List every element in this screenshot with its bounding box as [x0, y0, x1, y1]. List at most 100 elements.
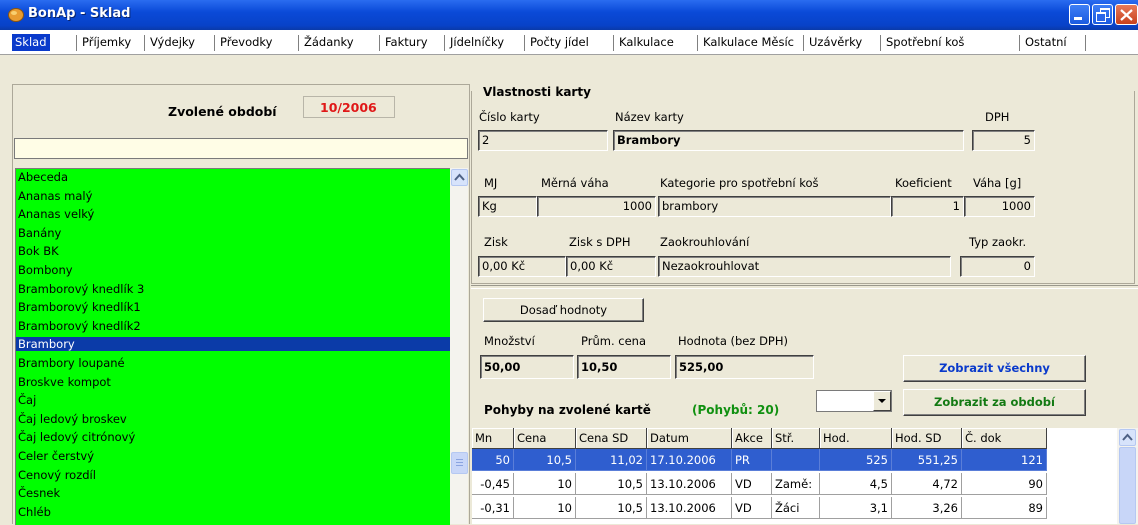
weight-field[interactable]: 1000 — [537, 196, 656, 217]
moves-grid[interactable]: Mn Cena Cena SD Datum Akce Stř. Hod. Hod. SD Č. … — [472, 428, 1120, 524]
tab-separator — [613, 35, 614, 51]
column-header[interactable]: Stř. — [772, 428, 820, 449]
tab-příjemky[interactable]: Příjemky — [79, 34, 134, 51]
table-cell: 121 — [962, 449, 1047, 471]
tab-separator — [803, 35, 804, 51]
round-label: Zaokrouhlování — [660, 235, 750, 249]
list-item[interactable]: Cenový rozdíl — [18, 468, 448, 482]
table-cell: 10,5 — [576, 497, 647, 519]
tab-výdejky[interactable]: Výdejky — [147, 34, 198, 51]
avg-price-field[interactable]: 10,50 — [577, 355, 671, 379]
list-item[interactable]: Čaj ledový broskev — [18, 412, 448, 426]
show-all-button[interactable]: Zobrazit všechny — [903, 355, 1086, 382]
title-bar[interactable] — [0, 0, 1138, 30]
show-period-button[interactable]: Zobrazit za období — [903, 389, 1086, 416]
card-name-field[interactable]: Brambory — [613, 130, 964, 151]
column-header[interactable]: Mn — [472, 428, 514, 449]
tab-separator — [444, 35, 445, 51]
column-header[interactable]: Datum — [647, 428, 732, 449]
qty-label: Množství — [484, 334, 535, 348]
zisk-field[interactable]: 0,00 Kč — [478, 256, 566, 277]
tab-počty-jídel[interactable]: Počty jídel — [527, 34, 592, 51]
table-cell: VD — [732, 497, 772, 519]
item-list[interactable]: Abeceda Ananas malý Ananas velký Banány Bok … — [15, 168, 450, 525]
tab-kalkulace-měsíc[interactable]: Kalkulace Měsíc — [700, 34, 797, 51]
tab-kalkulace[interactable]: Kalkulace — [616, 34, 677, 51]
app-icon — [8, 8, 24, 22]
list-item[interactable]: Česnek — [18, 486, 448, 500]
value-label: Hodnota (bez DPH) — [678, 334, 788, 348]
list-item[interactable]: Bok BK — [18, 244, 448, 258]
scroll-thumb[interactable] — [451, 452, 468, 474]
column-header[interactable]: Cena SD — [576, 428, 647, 449]
table-cell: 50 — [472, 449, 514, 471]
list-item[interactable]: Čaj — [18, 393, 448, 407]
scroll-up-button[interactable] — [451, 169, 468, 186]
tab-separator — [144, 35, 145, 51]
list-item[interactable]: Abeceda — [18, 170, 448, 184]
column-header[interactable]: Akce — [732, 428, 772, 449]
card-name-label: Název karty — [615, 110, 684, 124]
close-button[interactable] — [1115, 4, 1138, 25]
table-cell — [772, 449, 820, 471]
table-cell: 10 — [514, 473, 576, 495]
table-cell: 90 — [962, 473, 1047, 495]
column-header[interactable]: Cena — [514, 428, 576, 449]
table-cell: 17.10.2006 — [647, 449, 732, 471]
scroll-thumb[interactable] — [1119, 447, 1136, 524]
list-item[interactable]: Ananas malý — [18, 189, 448, 203]
list-item[interactable]: Čaj ledový citrónový — [18, 430, 448, 444]
category-label: Kategorie pro spotřební koš — [660, 176, 819, 190]
chevron-up-icon — [454, 173, 465, 181]
zisk-dph-field[interactable]: 0,00 Kč — [566, 256, 656, 277]
column-header[interactable]: Hod. — [820, 428, 892, 449]
close-icon — [1120, 9, 1133, 21]
grid-scrollbar[interactable] — [1117, 428, 1138, 524]
dropdown-button[interactable] — [873, 391, 891, 411]
dph-field[interactable]: 5 — [972, 130, 1035, 151]
tab-jídelníčky[interactable]: Jídelníčky — [447, 34, 507, 51]
table-cell: 525 — [820, 449, 892, 471]
round-field[interactable]: Nezaokrouhlovat — [658, 256, 951, 277]
tab-sklad[interactable]: Sklad — [12, 34, 50, 51]
zisk-dph-label: Zisk s DPH — [569, 235, 631, 249]
list-scrollbar[interactable] — [450, 168, 468, 524]
tab-separator — [1085, 35, 1086, 51]
column-header[interactable]: Hod. SD — [892, 428, 962, 449]
list-item[interactable]: Broskve kompot — [18, 375, 448, 389]
table-cell: 10,5 — [576, 473, 647, 495]
list-item[interactable]: Chléb — [18, 505, 448, 519]
tab-faktury[interactable]: Faktury — [382, 34, 431, 51]
dph-label: DPH — [985, 110, 1010, 124]
tab-ostatní[interactable]: Ostatní — [1022, 34, 1070, 51]
table-cell: 3,26 — [892, 497, 962, 519]
mj-field[interactable]: Kg — [478, 196, 537, 217]
list-item[interactable]: Bramborový knedlík 3 — [18, 282, 448, 296]
list-item[interactable]: Banány — [18, 226, 448, 240]
tab-spotřební-koš[interactable]: Spotřební koš — [883, 34, 967, 51]
scroll-up-button[interactable] — [1119, 429, 1136, 446]
search-input[interactable] — [14, 138, 468, 159]
card-no-field[interactable]: 2 — [478, 130, 608, 151]
category-field[interactable]: brambory — [658, 196, 891, 217]
list-item[interactable]: Brambory — [16, 337, 450, 352]
tab-žádanky[interactable]: Žádanky — [301, 34, 357, 51]
restore-button[interactable] — [1092, 4, 1113, 25]
weight-label: Měrná váha — [541, 176, 609, 190]
tab-převodky[interactable]: Převodky — [217, 34, 275, 51]
list-item[interactable]: Bramborový knedlík1 — [18, 300, 448, 314]
list-item[interactable]: Bramborový knedlík2 — [18, 319, 448, 333]
vaha-field[interactable]: 1000 — [964, 196, 1035, 217]
column-header[interactable]: Č. dok — [962, 428, 1047, 449]
tab-uzávěrky[interactable]: Uzávěrky — [806, 34, 865, 51]
list-item[interactable]: Bombony — [18, 263, 448, 277]
list-item[interactable]: Celer čerstvý — [18, 449, 448, 463]
coef-field[interactable]: 1 — [891, 196, 964, 217]
list-item[interactable]: Brambory loupané — [18, 356, 448, 370]
list-item[interactable]: Ananas velký — [18, 207, 448, 221]
dosad-hodnoty-button[interactable]: Dosaď hodnoty — [483, 298, 644, 322]
qty-field[interactable]: 50,00 — [480, 355, 574, 379]
value-field[interactable]: 525,00 — [675, 355, 814, 379]
round-type-field[interactable]: 0 — [960, 256, 1035, 277]
minimize-button[interactable] — [1069, 4, 1090, 25]
